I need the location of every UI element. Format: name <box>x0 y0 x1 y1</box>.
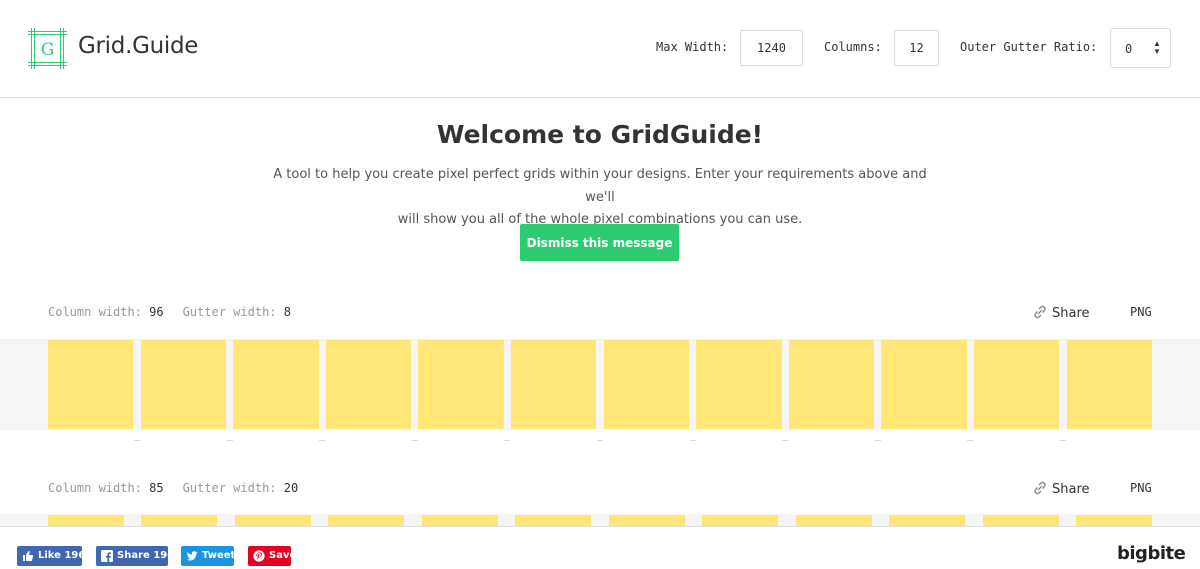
like-label: Like 196 <box>38 550 86 561</box>
grid-column <box>603 340 690 429</box>
grid-column <box>141 515 218 526</box>
columns-input[interactable] <box>894 30 939 66</box>
grid-column <box>1066 340 1152 429</box>
grid-column <box>973 340 1060 429</box>
link-icon <box>1034 481 1046 495</box>
grid-column <box>418 340 504 429</box>
grid-column <box>328 515 405 526</box>
grid-column <box>608 515 685 526</box>
gutter-tick <box>319 440 326 441</box>
share-count-label: Share 196 <box>117 550 175 561</box>
gutter-width-label: Gutter width: <box>182 305 277 319</box>
outer-gutter-value: 0 <box>1125 42 1133 56</box>
gutter-width-value: 8 <box>283 305 291 319</box>
gutter-tick <box>689 440 696 441</box>
grid-guide-logo-icon[interactable]: G <box>28 28 67 69</box>
grid-column <box>696 340 782 429</box>
grid-column <box>982 515 1059 526</box>
grid-column <box>48 340 134 429</box>
outer-gutter-select[interactable]: 0 ▲ ▼ <box>1110 28 1171 68</box>
column-width-value: 85 <box>149 481 164 495</box>
grid-column <box>788 340 875 429</box>
facebook-like-button[interactable]: Like 196 <box>17 546 86 566</box>
gutter-tick <box>226 440 233 441</box>
column-width-label: Column width: <box>48 305 142 319</box>
column-width-value: 96 <box>149 305 164 319</box>
gutter-tick <box>874 440 881 441</box>
max-width-label: Max Width: <box>656 40 729 54</box>
grid-2-png-button[interactable]: PNG <box>1130 481 1152 495</box>
grid-column <box>795 515 872 526</box>
thumbs-up-icon <box>23 551 34 561</box>
grid-1-meta: Column width: 96 Gutter width: 8 <box>48 305 291 319</box>
columns-label: Columns: <box>824 40 882 54</box>
gutter-width-label: Gutter width: <box>182 481 277 495</box>
select-arrows-icon: ▲ ▼ <box>1153 39 1161 56</box>
footer: Like 196 Share 196 Tweet Save bigbite <box>0 526 1200 569</box>
gutter-width-value: 20 <box>283 481 299 495</box>
share-label: Share <box>1052 306 1090 321</box>
max-width-input[interactable] <box>740 30 803 66</box>
gutter-tick <box>1059 440 1066 441</box>
grid-2-share-button[interactable]: Share <box>1032 480 1090 497</box>
pinterest-save-button[interactable]: Save <box>248 546 296 566</box>
grid-column <box>140 340 227 429</box>
save-label: Save <box>269 550 297 561</box>
grid-2-meta: Column width: 85 Gutter width: 20 <box>48 481 298 495</box>
gutter-tick <box>597 440 603 441</box>
welcome-title: Welcome to GridGuide! <box>436 120 764 149</box>
bigbite-logo[interactable]: bigbite <box>1117 543 1186 564</box>
share-label: Share <box>1052 482 1090 497</box>
grid-column <box>889 515 966 526</box>
grid-2-columns <box>48 515 1152 526</box>
column-width-label: Column width: <box>48 481 142 495</box>
welcome-description: A tool to help you create pixel perfect … <box>270 164 930 232</box>
link-icon <box>1034 305 1046 319</box>
grid-column <box>48 515 124 526</box>
gutter-tick <box>782 440 789 441</box>
tweet-button[interactable]: Tweet <box>181 546 236 566</box>
logo-letter: G <box>41 40 55 60</box>
grid-column <box>421 515 498 526</box>
facebook-share-button[interactable]: Share 196 <box>96 546 174 566</box>
gutter-tick <box>134 440 141 441</box>
grid-column <box>1076 515 1152 526</box>
outer-gutter-label: Outer Gutter Ratio: <box>960 40 1098 54</box>
grid-1-share-button[interactable]: Share <box>1032 304 1090 321</box>
tweet-label: Tweet <box>202 550 236 561</box>
brand-name[interactable]: Grid.Guide <box>78 33 198 59</box>
grid-1-png-button[interactable]: PNG <box>1130 305 1152 319</box>
dismiss-button[interactable]: Dismiss this message <box>520 224 679 261</box>
grid-column <box>234 515 311 526</box>
grid-column <box>702 515 779 526</box>
grid-column <box>881 340 967 429</box>
pinterest-icon <box>253 550 265 562</box>
facebook-icon <box>101 550 113 562</box>
grid-1-columns <box>48 340 1152 429</box>
gutter-tick <box>967 440 974 441</box>
gutter-tick <box>411 440 418 441</box>
grid-column <box>515 515 592 526</box>
gutter-tick <box>504 440 511 441</box>
welcome-line-1: A tool to help you create pixel perfect … <box>273 167 927 205</box>
grid-column <box>233 340 319 429</box>
header: G Grid.Guide Max Width: Columns: Outer G… <box>0 0 1200 98</box>
grid-column <box>325 340 412 429</box>
grid-column <box>510 340 597 429</box>
twitter-bird-icon <box>186 551 198 561</box>
